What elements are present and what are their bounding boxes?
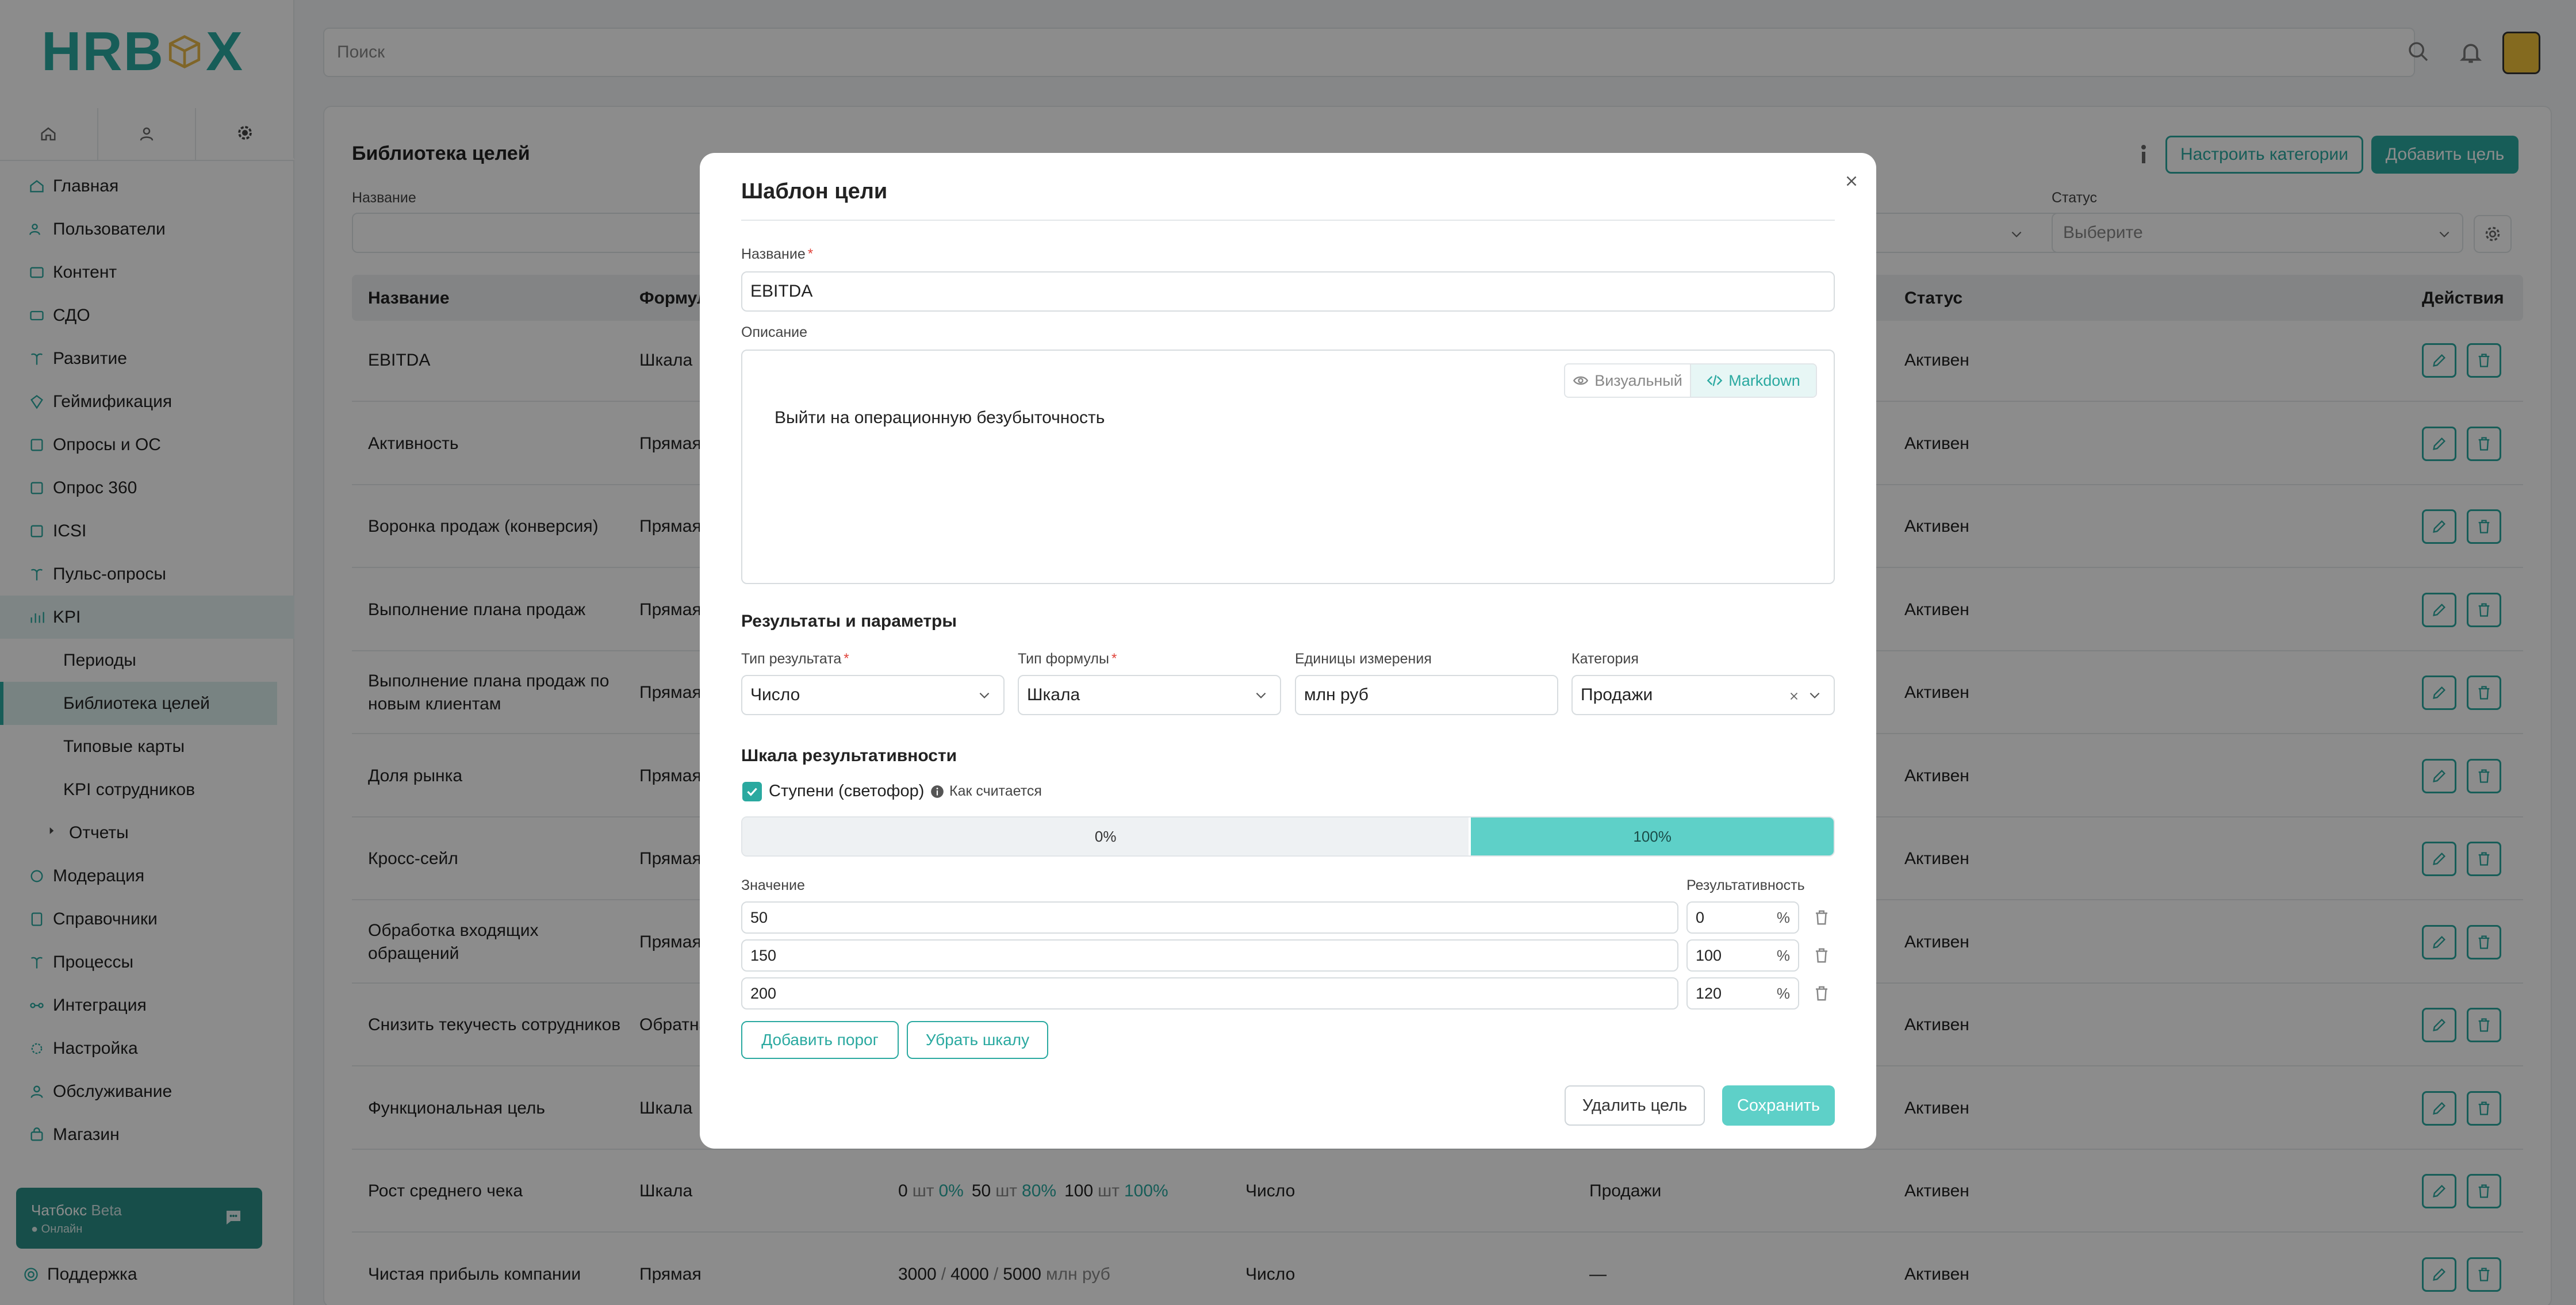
trash-icon[interactable] — [1813, 984, 1830, 1003]
description-editor[interactable]: Визуальный Markdown Выйти на операционну… — [741, 350, 1835, 584]
code-icon — [1707, 375, 1723, 386]
how-calculated-link[interactable]: Как считается — [930, 783, 1042, 800]
results-section-title: Результаты и параметры — [741, 612, 957, 631]
percent-sign: % — [1776, 984, 1790, 1002]
mode-markdown-label: Markdown — [1728, 371, 1800, 389]
formula-type-label: Тип формулы * — [1018, 651, 1117, 667]
save-button[interactable]: Сохранить — [1722, 1085, 1835, 1126]
chevron-down-icon — [1810, 692, 1820, 698]
trash-icon[interactable] — [1813, 908, 1830, 927]
threshold-performance-input[interactable]: 120% — [1686, 977, 1799, 1010]
percent-sign: % — [1776, 908, 1790, 926]
divider — [741, 220, 1835, 221]
delete-goal-label: Удалить цель — [1582, 1096, 1688, 1115]
chevron-down-icon — [979, 692, 990, 698]
result-type-select[interactable]: Число — [741, 675, 1005, 715]
threshold-value-input[interactable]: 150 — [741, 939, 1678, 972]
save-label: Сохранить — [1736, 1096, 1820, 1115]
category-value: Продажи — [1581, 685, 1653, 704]
category-select[interactable]: Продажи — [1571, 675, 1835, 715]
how-calculated-label: Как считается — [949, 783, 1042, 799]
remove-scale-button[interactable]: Убрать шкалу — [907, 1021, 1048, 1059]
threshold-value-input[interactable]: 50 — [741, 901, 1678, 934]
eye-icon — [1573, 376, 1589, 385]
mode-markdown-button[interactable]: Markdown — [1690, 364, 1816, 397]
remove-scale-label: Убрать шкалу — [925, 1031, 1030, 1049]
modal-title: Шаблон цели — [741, 179, 888, 204]
clear-icon[interactable] — [1788, 690, 1800, 703]
mode-visual-label: Визуальный — [1594, 371, 1682, 389]
threshold-performance: 100 — [1696, 946, 1722, 964]
units-input[interactable]: млн руб — [1295, 675, 1558, 715]
formula-type-value: Шкала — [1027, 685, 1080, 704]
scale-segment-label: 100% — [1633, 827, 1672, 845]
units-value: млн руб — [1304, 685, 1368, 704]
goal-template-modal: Шаблон цели Название * EBITDA Описание Ви… — [700, 153, 1876, 1149]
scale-segment: 0% — [742, 817, 1471, 855]
threshold-performance: 0 — [1696, 908, 1705, 926]
percent-sign: % — [1776, 946, 1790, 964]
mode-visual-button[interactable]: Визуальный — [1565, 364, 1690, 397]
description-text: Выйти на операционную безубыточность — [775, 408, 1105, 427]
trash-icon[interactable] — [1813, 946, 1830, 965]
add-threshold-button[interactable]: Добавить порог — [741, 1021, 899, 1059]
delete-goal-button[interactable]: Удалить цель — [1565, 1085, 1705, 1126]
category-label: Категория — [1571, 651, 1639, 667]
result-type-label: Тип результата * — [741, 651, 849, 667]
threshold-value: 200 — [750, 984, 777, 1002]
chevron-down-icon — [1256, 692, 1266, 698]
description-label: Описание — [741, 324, 808, 340]
name-value: EBITDA — [750, 282, 813, 301]
close-icon[interactable] — [1843, 172, 1860, 190]
formula-type-select[interactable]: Шкала — [1018, 675, 1281, 715]
scale-section-title: Шкала результативности — [741, 746, 957, 765]
name-label: Название * — [741, 246, 814, 262]
check-icon — [747, 788, 757, 796]
scale-segment-label: 0% — [1094, 827, 1117, 845]
threshold-value: 150 — [750, 946, 777, 964]
threshold-performance-input[interactable]: 100% — [1686, 939, 1799, 972]
threshold-performance: 120 — [1696, 984, 1722, 1002]
threshold-value: 50 — [750, 908, 768, 926]
scale-segment: 100% — [1471, 817, 1834, 855]
performance-column-label: Результативность — [1686, 877, 1805, 893]
threshold-performance-input[interactable]: 0% — [1686, 901, 1799, 934]
info-icon — [931, 785, 944, 798]
result-type-value: Число — [750, 685, 800, 704]
steps-checkbox[interactable] — [742, 782, 762, 801]
units-label: Единицы измерения — [1295, 651, 1432, 667]
threshold-value-input[interactable]: 200 — [741, 977, 1678, 1010]
value-column-label: Значение — [741, 877, 805, 893]
steps-label: Ступени (светофор) — [769, 782, 925, 800]
add-threshold-label: Добавить порог — [761, 1031, 879, 1049]
scale-preview-bar: 0% 100% — [741, 816, 1835, 857]
editor-mode-switch: Визуальный Markdown — [1564, 363, 1817, 398]
name-input[interactable]: EBITDA — [741, 271, 1835, 312]
